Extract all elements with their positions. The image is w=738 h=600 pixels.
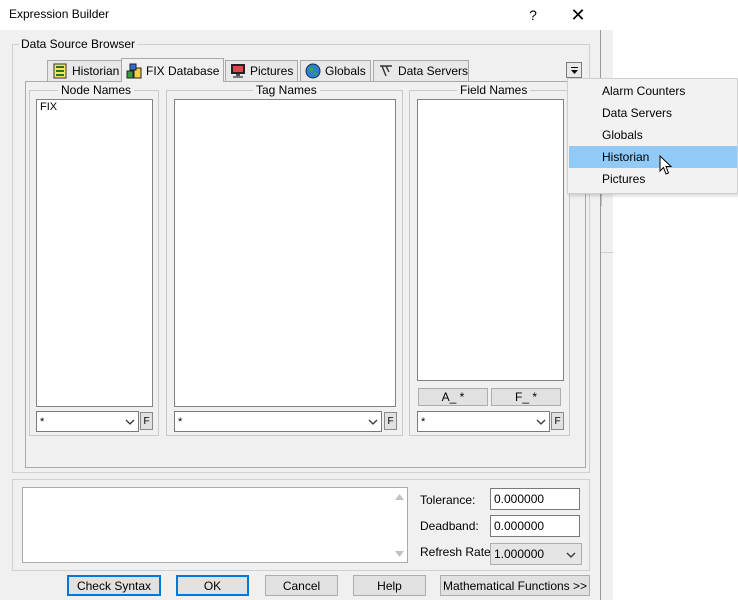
title-bar: Expression Builder ? ✕ [0, 0, 601, 30]
tag-filter-value: * [178, 415, 183, 428]
tab-pictures-label: Pictures [250, 64, 294, 78]
check-syntax-button[interactable]: Check Syntax [67, 575, 161, 596]
field-names-f-button[interactable]: F [551, 412, 564, 430]
menu-item-historian[interactable]: Historian [569, 146, 737, 168]
refresh-rate-combo[interactable]: 1.000000 [490, 543, 582, 565]
tab-data-servers-label: Data Servers [397, 64, 468, 78]
chevron-down-icon [536, 419, 546, 425]
node-names-f-button[interactable]: F [140, 412, 153, 430]
tag-names-f-button[interactable]: F [384, 412, 397, 430]
menu-item-alarm-counters[interactable]: Alarm Counters [569, 80, 737, 102]
background-divider [601, 194, 602, 206]
background-divider [601, 252, 613, 253]
tag-names-filter-combo[interactable]: * [174, 411, 382, 432]
menu-item-globals[interactable]: Globals [569, 124, 737, 146]
globe-icon [305, 63, 321, 79]
tab-pictures[interactable]: Pictures [225, 60, 298, 81]
chevron-down-icon [368, 419, 378, 425]
historian-icon [53, 63, 67, 79]
expression-builder-dialog: Expression Builder ? ✕ Data Source Brows… [0, 0, 601, 600]
menu-item-pictures[interactable]: Pictures [569, 168, 737, 190]
field-names-list[interactable] [417, 99, 564, 381]
help-title-button[interactable]: ? [510, 0, 556, 30]
scroll-up-icon[interactable] [395, 494, 404, 500]
node-names-list[interactable]: FIX [36, 99, 153, 407]
close-button[interactable]: ✕ [555, 0, 601, 30]
field-a-filter-button[interactable]: A_ * [418, 388, 488, 406]
chevron-down-icon [566, 552, 576, 558]
tag-names-label: Tag Names [253, 83, 320, 97]
scroll-down-icon[interactable] [395, 551, 404, 557]
menu-item-data-servers[interactable]: Data Servers [569, 102, 737, 124]
tabs-overflow-dropdown-button[interactable] [566, 62, 582, 78]
tab-globals-label: Globals [325, 64, 366, 78]
chevron-down-icon [570, 66, 578, 74]
expression-textarea[interactable] [22, 487, 408, 563]
field-filter-value: * [421, 415, 426, 428]
window-title: Expression Builder [9, 7, 110, 21]
tab-data-servers[interactable]: Data Servers [373, 60, 469, 81]
tab-fix-database-label: FIX Database [146, 63, 220, 78]
list-item[interactable]: FIX [40, 101, 149, 113]
mathematical-functions-button[interactable]: Mathematical Functions >> [440, 575, 590, 596]
tab-historian[interactable]: Historian [47, 60, 122, 81]
help-button[interactable]: Help [353, 575, 426, 596]
tab-historian-label: Historian [72, 64, 120, 78]
refresh-rate-label: Refresh Rate: [420, 545, 495, 559]
field-f-filter-button[interactable]: F_ * [491, 388, 561, 406]
data-servers-icon [379, 65, 392, 77]
tolerance-label: Tolerance: [420, 493, 476, 507]
cancel-button[interactable]: Cancel [265, 575, 338, 596]
tolerance-input[interactable]: 0.000000 [490, 488, 580, 510]
deadband-input[interactable]: 0.000000 [490, 515, 580, 537]
chevron-down-icon [125, 419, 135, 425]
field-names-label: Field Names [457, 83, 531, 97]
refresh-rate-value: 1.000000 [494, 547, 545, 561]
tab-globals[interactable]: Globals [300, 60, 371, 81]
data-source-dropdown-menu: Alarm Counters Data Servers Globals Hist… [567, 78, 738, 194]
pictures-icon [231, 64, 245, 78]
node-names-filter-combo[interactable]: * [36, 411, 139, 432]
node-names-label: Node Names [58, 83, 135, 97]
deadband-label: Deadband: [420, 519, 479, 533]
field-names-filter-combo[interactable]: * [417, 411, 550, 432]
node-filter-value: * [40, 415, 45, 428]
fix-database-icon [126, 63, 142, 78]
data-source-browser-label: Data Source Browser [19, 37, 138, 51]
tag-names-list[interactable] [174, 99, 396, 407]
tab-fix-database[interactable]: FIX Database [121, 58, 224, 82]
ok-button[interactable]: OK [176, 575, 249, 596]
mouse-cursor-icon [659, 155, 673, 175]
